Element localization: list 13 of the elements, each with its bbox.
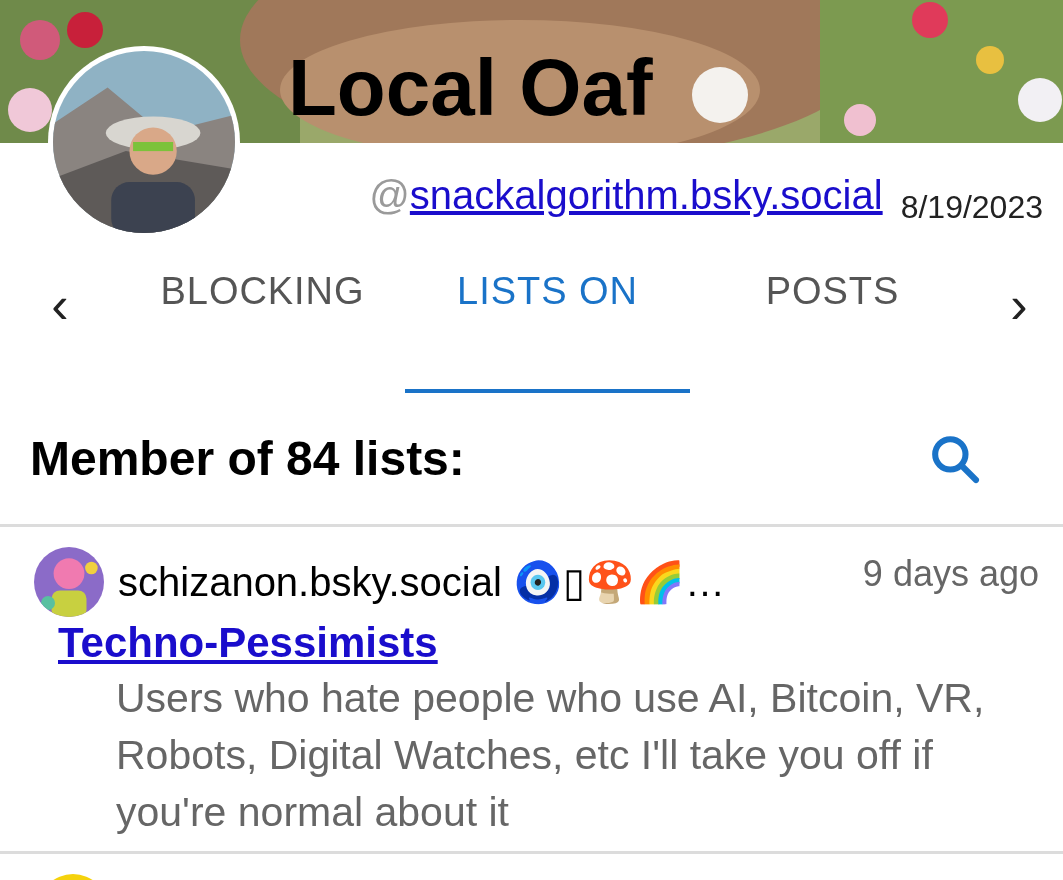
tab[interactable]: LISTS ON [405,223,690,393]
tab[interactable]: POSTS [690,223,975,393]
previous-tab-button[interactable]: ‹ [0,223,120,393]
next-tab-button[interactable]: › [975,223,1063,393]
section-title: Member of 84 lists: [30,430,465,487]
list-description: Users who hate people who use AI, Bitcoin, VR, Robots, Digital Watches, etc I'll take you off if you're normal about it [116,673,986,837]
tab[interactable]: BLOCKING [120,223,405,393]
list-time: 9 days ago [862,552,1039,596]
list-owner[interactable]: schizanon.bsky.social 🧿▯🍄🌈… [118,552,725,612]
list-name-link[interactable]: Techno-Pessimists [58,617,438,670]
join-date: 8/19/2023 [900,191,1043,223]
at-sign: @ [369,173,410,217]
handle-link[interactable]: snackalgorithm.bsky.social [409,173,883,217]
